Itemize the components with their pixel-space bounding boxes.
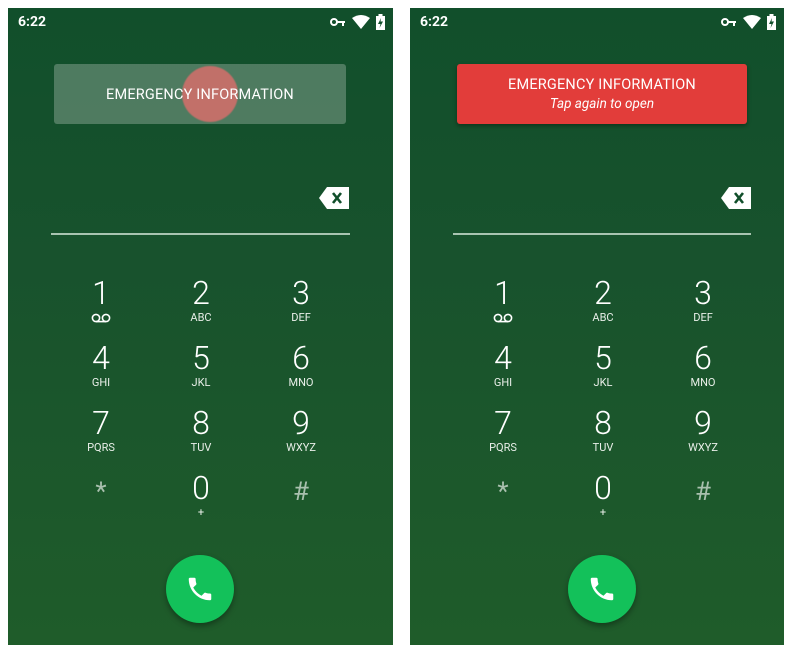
- emergency-dialer-screen-confirm: 6:22 EMERGENCY INFORMATION Tap again to …: [410, 8, 784, 645]
- key-5[interactable]: 5 JKL: [151, 341, 251, 406]
- backspace-button[interactable]: [319, 187, 349, 209]
- key-letters: WXYZ: [286, 441, 316, 454]
- battery-icon: [767, 14, 776, 30]
- emergency-information-button[interactable]: EMERGENCY INFORMATION Tap again to open: [457, 64, 747, 124]
- status-bar: 6:22: [410, 8, 784, 36]
- voicemail-icon: [91, 313, 111, 323]
- phone-icon: [590, 577, 614, 601]
- key-1[interactable]: 1: [453, 276, 553, 341]
- voicemail-icon: [493, 313, 513, 323]
- key-9[interactable]: 9 WXYZ: [251, 406, 351, 471]
- key-letters: GHI: [493, 376, 513, 389]
- key-letters: ABC: [190, 311, 212, 324]
- key-star[interactable]: *: [453, 471, 553, 536]
- key-digit: 3: [292, 274, 310, 312]
- key-digit: 9: [694, 404, 712, 442]
- emergency-information-button[interactable]: EMERGENCY INFORMATION: [54, 64, 346, 124]
- key-hash[interactable]: #: [653, 471, 753, 536]
- key-letters: ABC: [592, 311, 614, 324]
- dial-pad: 1 2 ABC 3 DEF 4 GHI 5 JKL 6 MNO 7 PQRS 8 TUV 9W…: [51, 276, 351, 536]
- key-digit: 0: [192, 469, 210, 507]
- wifi-icon: [743, 15, 761, 29]
- key-letters: +: [197, 506, 205, 519]
- key-digit: 2: [192, 274, 210, 312]
- backspace-icon: [721, 187, 751, 209]
- key-letters: MNO: [288, 376, 314, 389]
- key-letters: GHI: [91, 376, 111, 389]
- key-2[interactable]: 2 ABC: [553, 276, 653, 341]
- number-field-underline: [453, 233, 751, 235]
- key-letters: JKL: [191, 376, 211, 389]
- phone-icon: [188, 577, 212, 601]
- key-letters: PQRS: [87, 441, 115, 454]
- key-letters: PQRS: [489, 441, 517, 454]
- key-letters: TUV: [592, 441, 614, 454]
- backspace-icon: [319, 187, 349, 209]
- number-field-underline: [51, 233, 350, 235]
- key-star[interactable]: *: [51, 471, 151, 536]
- key-4[interactable]: 4 GHI: [453, 341, 553, 406]
- key-0[interactable]: 0 +: [553, 471, 653, 536]
- key-digit: 5: [594, 339, 612, 377]
- status-icons: [330, 14, 385, 30]
- key-digit: 2: [594, 274, 612, 312]
- key-digit: 9: [292, 404, 310, 442]
- key-7[interactable]: 7 PQRS: [453, 406, 553, 471]
- key-symbol: *: [497, 477, 509, 507]
- key-digit: 8: [594, 404, 612, 442]
- key-8[interactable]: 8 TUV: [553, 406, 653, 471]
- key-5[interactable]: 5 JKL: [553, 341, 653, 406]
- key-0[interactable]: 0 +: [151, 471, 251, 536]
- key-letters: JKL: [593, 376, 613, 389]
- key-letters: DEF: [693, 311, 713, 324]
- vpn-key-icon: [721, 18, 736, 26]
- key-letters: +: [599, 506, 607, 519]
- key-symbol: #: [694, 477, 711, 507]
- key-digit: 1: [494, 274, 512, 312]
- dial-pad: 1 2 ABC 3 DEF 4 GHI 5 JKL 6 MNO 7 PQRS 8 TUV 9W…: [453, 276, 753, 536]
- battery-icon: [376, 14, 385, 30]
- key-digit: 6: [292, 339, 310, 377]
- key-digit: 7: [494, 404, 512, 442]
- key-digit: 4: [494, 339, 512, 377]
- key-letters: TUV: [190, 441, 212, 454]
- key-symbol: *: [95, 477, 107, 507]
- status-time: 6:22: [18, 14, 47, 30]
- key-6[interactable]: 6 MNO: [653, 341, 753, 406]
- key-digit: 6: [694, 339, 712, 377]
- key-letters: DEF: [291, 311, 311, 324]
- key-digit: 8: [192, 404, 210, 442]
- key-6[interactable]: 6 MNO: [251, 341, 351, 406]
- status-icons: [721, 14, 776, 30]
- key-digit: 3: [694, 274, 712, 312]
- call-button[interactable]: [568, 555, 636, 623]
- key-7[interactable]: 7 PQRS: [51, 406, 151, 471]
- key-8[interactable]: 8 TUV: [151, 406, 251, 471]
- emergency-button-label: EMERGENCY INFORMATION: [508, 76, 696, 93]
- key-2[interactable]: 2 ABC: [151, 276, 251, 341]
- key-3[interactable]: 3 DEF: [251, 276, 351, 341]
- key-3[interactable]: 3 DEF: [653, 276, 753, 341]
- emergency-button-hint: Tap again to open: [549, 96, 655, 112]
- key-hash[interactable]: #: [251, 471, 351, 536]
- emergency-dialer-screen-pressed: 6:22 EMERGENCY INFORMATION 1 2 ABC 3 DEF 4…: [8, 8, 393, 645]
- key-digit: 5: [192, 339, 210, 377]
- vpn-key-icon: [330, 18, 345, 26]
- backspace-button[interactable]: [721, 187, 751, 209]
- emergency-button-label: EMERGENCY INFORMATION: [106, 85, 294, 103]
- key-letters: WXYZ: [688, 441, 718, 454]
- wifi-icon: [352, 15, 370, 29]
- key-4[interactable]: 4 GHI: [51, 341, 151, 406]
- key-digit: 0: [594, 469, 612, 507]
- key-9[interactable]: 9 WXYZ: [653, 406, 753, 471]
- key-1[interactable]: 1: [51, 276, 151, 341]
- key-letters: MNO: [690, 376, 716, 389]
- status-time: 6:22: [420, 14, 449, 30]
- status-bar: 6:22: [8, 8, 393, 36]
- key-digit: 7: [92, 404, 110, 442]
- call-button[interactable]: [166, 555, 234, 623]
- key-digit: 4: [92, 339, 110, 377]
- key-symbol: #: [292, 477, 309, 507]
- key-digit: 1: [92, 274, 110, 312]
